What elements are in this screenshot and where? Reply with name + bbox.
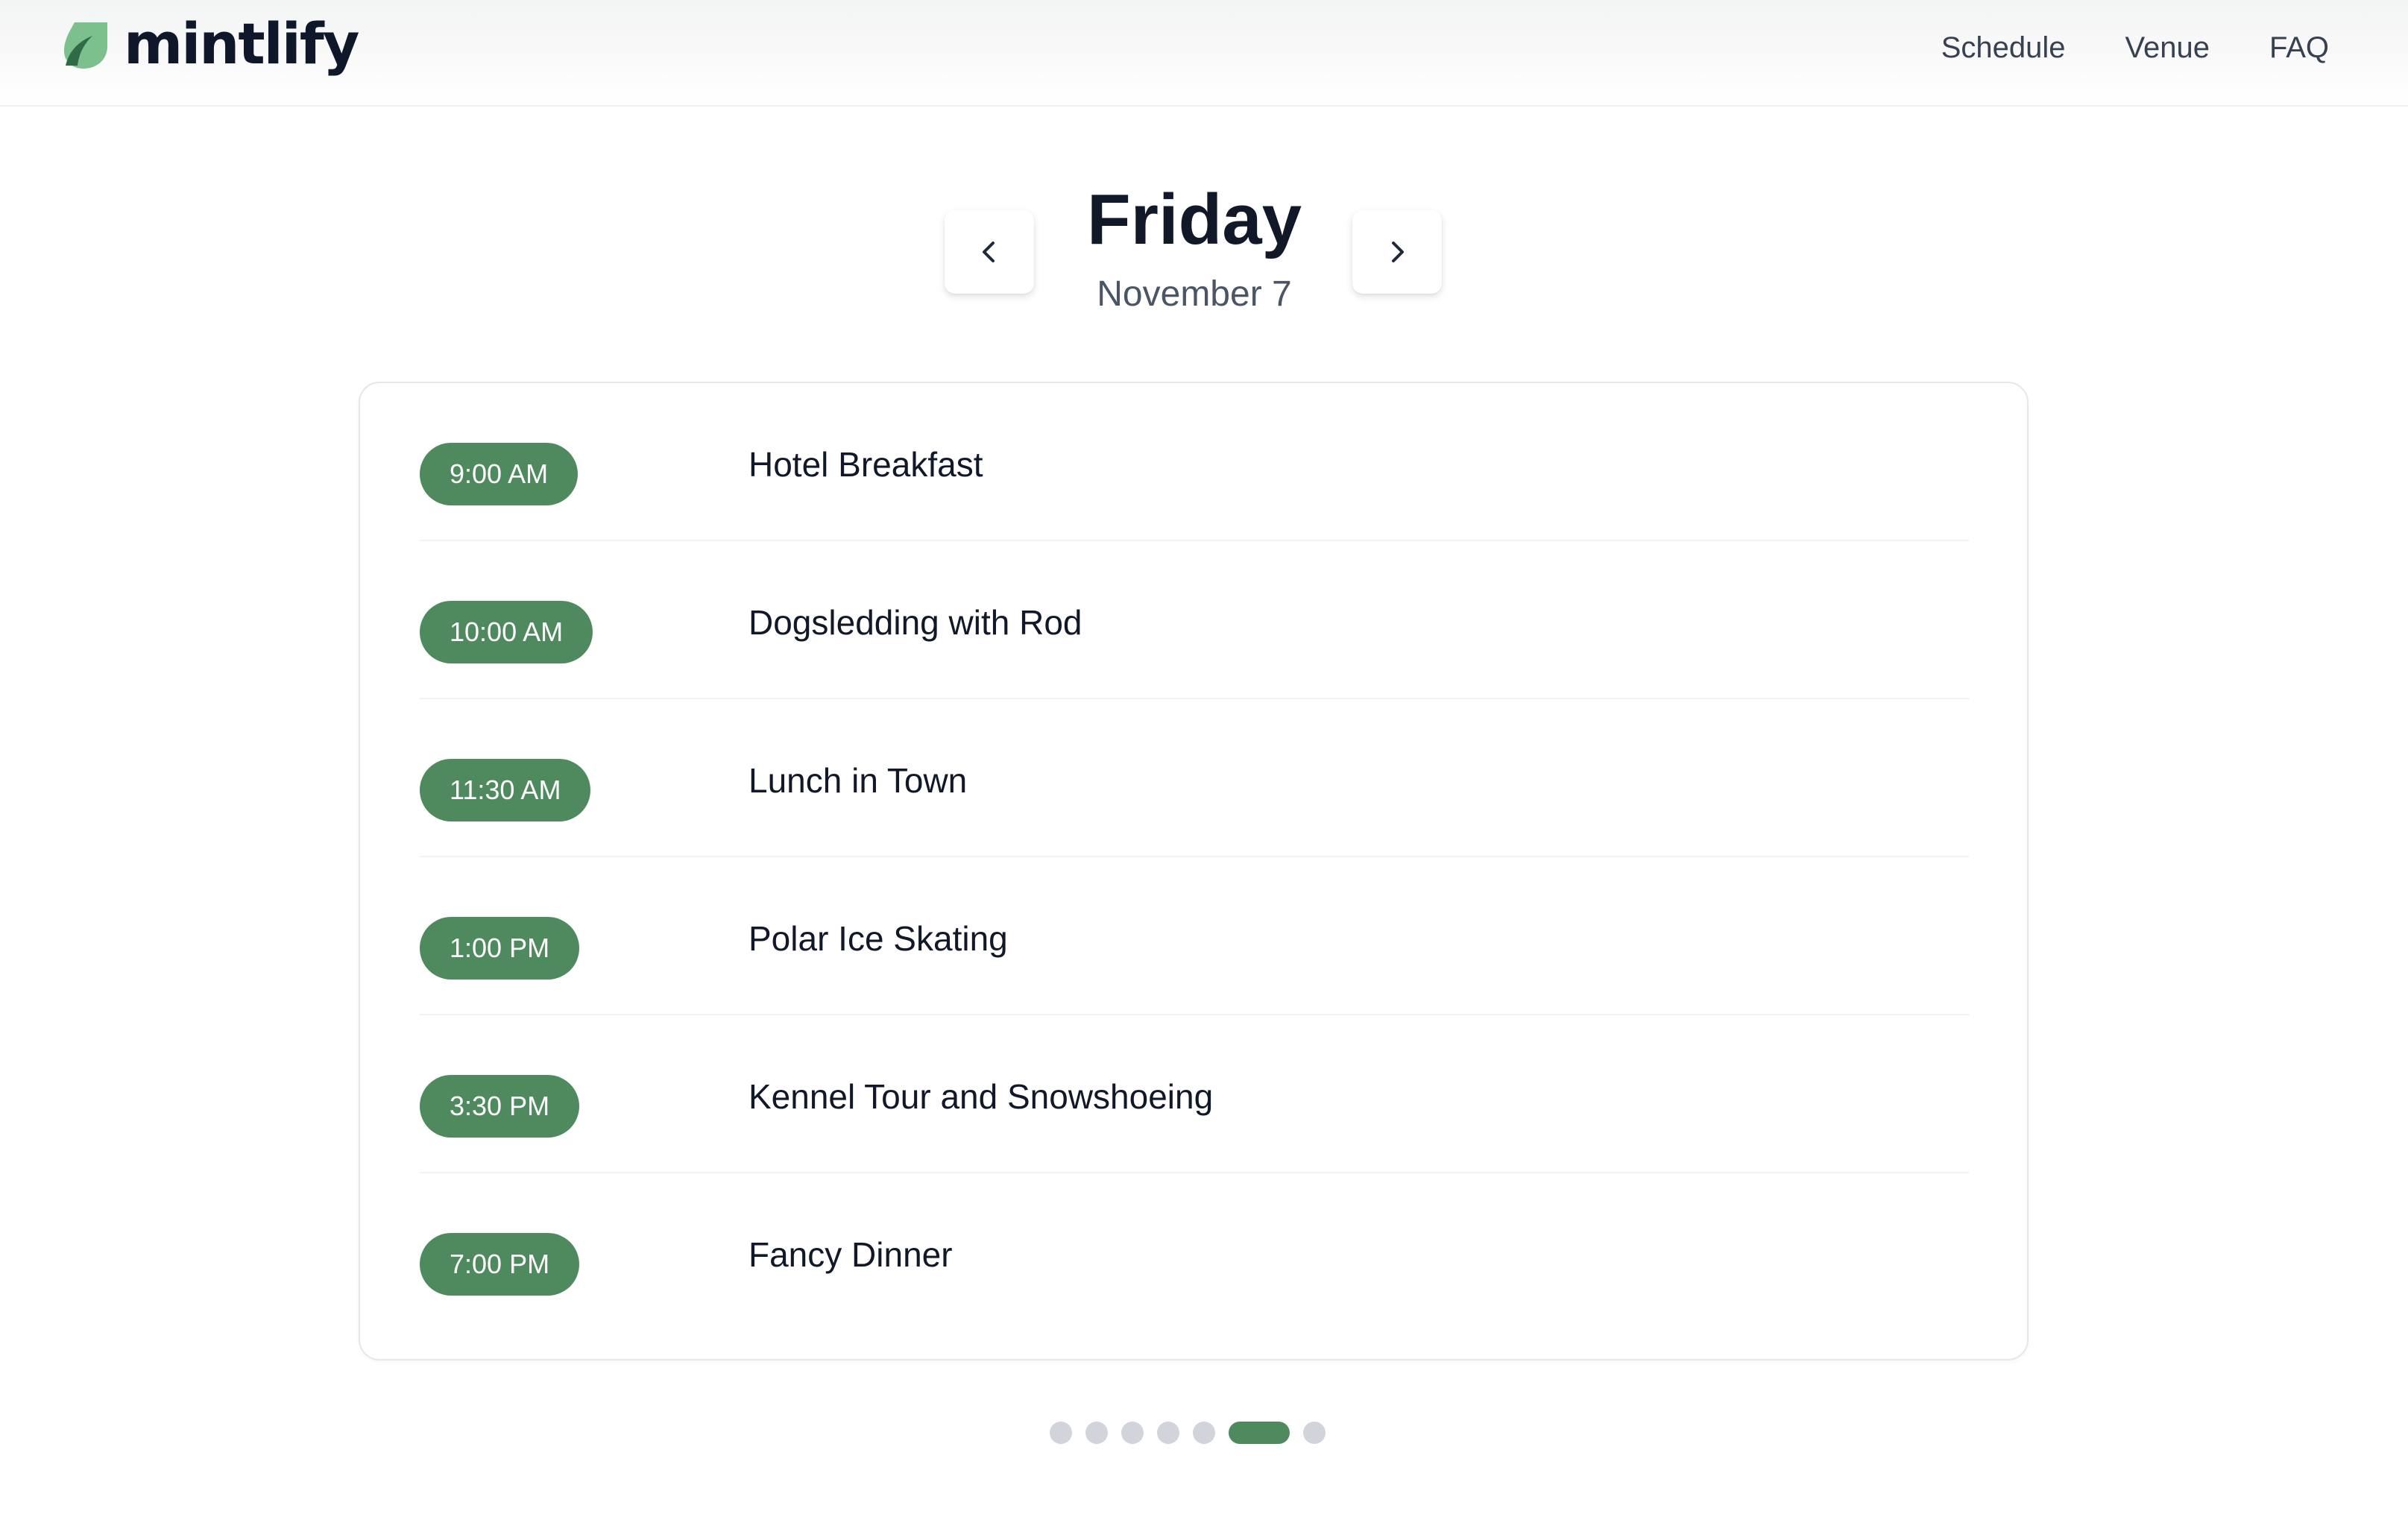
previous-day-button[interactable] <box>945 210 1034 294</box>
time-badge: 3:30 PM <box>420 1075 580 1138</box>
day-title: Friday <box>1086 180 1302 259</box>
nav-link-faq[interactable]: FAQ <box>2269 24 2329 72</box>
schedule-row: 11:30 AM Lunch in Town <box>420 699 1969 857</box>
time-badge: 11:30 AM <box>420 759 591 821</box>
day-selector: Friday November 7 <box>0 171 2408 328</box>
mintlify-leaf-icon <box>64 22 107 69</box>
nav-link-venue[interactable]: Venue <box>2125 24 2210 72</box>
event-title: Polar Ice Skating <box>748 919 1008 958</box>
day-date: November 7 <box>1097 274 1292 314</box>
site-header: mintlify Schedule Venue FAQ <box>0 0 2408 107</box>
nav-link-schedule[interactable]: Schedule <box>1941 24 2066 72</box>
chevron-right-icon <box>1392 242 1404 262</box>
schedule-row: 7:00 PM Fancy Dinner <box>420 1173 1969 1331</box>
event-title: Kennel Tour and Snowshoeing <box>748 1077 1214 1116</box>
time-badge: 10:00 AM <box>420 601 593 663</box>
pagination-dot[interactable] <box>1121 1422 1144 1444</box>
brand-logo[interactable]: mintlify <box>58 10 359 78</box>
event-title: Fancy Dinner <box>748 1235 953 1274</box>
schedule-list: 9:00 AM Hotel Breakfast 10:00 AM Dogsled… <box>420 383 1969 1331</box>
main-nav: Schedule Venue FAQ <box>1941 24 2329 72</box>
pagination-dot[interactable] <box>1157 1422 1179 1444</box>
time-badge: 1:00 PM <box>420 917 580 980</box>
pagination-dot-active[interactable] <box>1229 1422 1290 1444</box>
pagination-dot[interactable] <box>1085 1422 1108 1444</box>
pagination-dot[interactable] <box>1303 1422 1326 1444</box>
schedule-row: 3:30 PM Kennel Tour and Snowshoeing <box>420 1015 1969 1173</box>
time-badge: 9:00 AM <box>420 443 579 505</box>
schedule-row: 10:00 AM Dogsledding with Rod <box>420 541 1969 699</box>
schedule-row: 9:00 AM Hotel Breakfast <box>420 383 1969 541</box>
pagination-dot[interactable] <box>1193 1422 1215 1444</box>
event-title: Lunch in Town <box>748 761 968 800</box>
next-day-button[interactable] <box>1352 210 1442 294</box>
day-pagination <box>1050 1421 1326 1445</box>
pagination-dot[interactable] <box>1050 1422 1072 1444</box>
chevron-left-icon <box>983 242 995 262</box>
time-badge: 7:00 PM <box>420 1233 580 1296</box>
event-title: Dogsledding with Rod <box>748 603 1082 642</box>
brand-name: mintlify <box>124 10 359 77</box>
schedule-row: 1:00 PM Polar Ice Skating <box>420 857 1969 1015</box>
schedule-card: 9:00 AM Hotel Breakfast 10:00 AM Dogsled… <box>359 382 2029 1360</box>
event-title: Hotel Breakfast <box>748 445 983 484</box>
